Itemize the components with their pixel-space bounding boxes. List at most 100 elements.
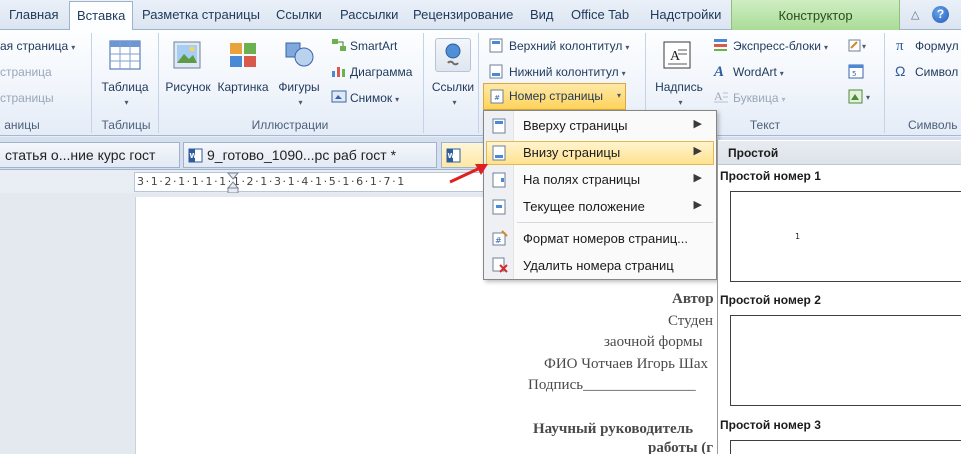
group-divider: [884, 33, 885, 133]
chevron-right-icon: ▶: [693, 145, 702, 157]
doc-line-signature: Подпись_______________: [528, 377, 696, 393]
illustrations-group-label: Иллюстрации: [251, 118, 329, 132]
clipart-button[interactable]: Картинка: [214, 80, 272, 94]
doc-tab[interactable]: статья о...ние курс гост: [0, 142, 180, 168]
chevron-down-icon: ▾: [823, 43, 828, 52]
tab-references[interactable]: Ссылки: [276, 5, 322, 25]
tables-group-label: Таблицы: [101, 118, 151, 132]
cover-page-button[interactable]: ая страница ▾: [0, 39, 75, 53]
wordart-button[interactable]: WordArt ▾: [733, 65, 784, 79]
table-label: Таблица: [101, 80, 149, 94]
group-divider: [478, 33, 479, 133]
symbol-button[interactable]: Символ: [915, 65, 958, 79]
header-button[interactable]: Верхний колонтитул ▾: [509, 39, 629, 53]
footer-icon: [489, 64, 503, 82]
doc-tab-title: статья о...ние курс гост: [5, 147, 156, 163]
shapes-icon: [283, 38, 315, 73]
cover-page-label: ая страница: [0, 39, 69, 53]
minimize-ribbon-icon[interactable]: △: [911, 8, 919, 21]
table-icon: [109, 40, 141, 73]
chevron-down-icon: ▾: [124, 98, 129, 107]
svg-text:A: A: [713, 64, 724, 78]
smartart-icon: [331, 38, 347, 55]
gallery-item-plain-number-1[interactable]: 1: [730, 191, 961, 282]
screenshot-icon: [331, 90, 347, 107]
smartart-button[interactable]: SmartArt: [350, 39, 397, 53]
gallery-item-plain-number-3[interactable]: [730, 440, 961, 454]
chevron-right-icon: ▶: [693, 199, 702, 211]
page-number-label: Номер страницы: [509, 89, 603, 103]
menu-item-label: Вверху страницы: [523, 118, 628, 133]
doc-line-form: заочной формы: [604, 334, 703, 350]
gallery-sample-number: 1: [795, 232, 801, 241]
format-page-numbers-icon: #: [492, 230, 508, 246]
symbols-group-label: Символь: [908, 118, 958, 132]
page-number-button[interactable]: # Номер страницы ▾: [483, 83, 626, 110]
doc-line-author: Автор: [672, 291, 714, 307]
tab-design-context[interactable]: Конструктор: [731, 0, 900, 30]
quickparts-button[interactable]: Экспресс-блоки ▾: [733, 39, 828, 53]
svg-text:▾: ▾: [866, 93, 870, 102]
indent-marker-icon[interactable]: [226, 172, 240, 194]
picture-button[interactable]: Рисунок: [162, 80, 214, 94]
chevron-down-icon: ▾: [71, 43, 76, 52]
dropcap-button[interactable]: Буквица ▾: [733, 91, 786, 105]
chevron-down-icon: ▾: [779, 69, 784, 78]
tab-mailings[interactable]: Рассылки: [340, 5, 398, 25]
tab-addins[interactable]: Надстройки: [650, 5, 721, 25]
tab-office-tab[interactable]: Office Tab: [571, 5, 629, 25]
header-label: Верхний колонтитул: [509, 39, 623, 53]
menu-item-label: Удалить номера страниц: [523, 258, 674, 273]
links-icon: [445, 43, 461, 66]
page-top-icon: [492, 118, 506, 134]
formula-button[interactable]: Формул: [915, 39, 959, 53]
tab-view[interactable]: Вид: [530, 5, 554, 25]
chevron-down-icon: ▾: [452, 98, 457, 107]
gallery-item-title: Простой номер 3: [720, 418, 821, 432]
footer-button[interactable]: Нижний колонтитул ▾: [509, 65, 626, 79]
links-label: Ссылки: [431, 80, 475, 94]
links-icon-frame: [435, 38, 471, 72]
links-button[interactable]: Ссылки ▾: [428, 80, 478, 108]
group-divider: [423, 33, 424, 133]
object-icon: ▾: [848, 89, 874, 107]
horizontal-ruler[interactable]: 3·1·2·1·1·1·1·1·2·1·3·1·4·1·5·1·6·1·7·1: [134, 172, 484, 192]
doc-line-supervisor: Научный руководитель: [533, 421, 693, 437]
svg-text:#: #: [494, 94, 500, 102]
menu-item-format-numbers[interactable]: # Формат номеров страниц...: [486, 227, 714, 251]
tab-page-layout[interactable]: Разметка страницы: [142, 5, 260, 25]
datetime-icon: 5: [848, 64, 864, 82]
table-button[interactable]: Таблица ▾: [98, 80, 152, 108]
page-break-button[interactable]: страницы: [0, 91, 54, 105]
help-icon[interactable]: ?: [932, 6, 949, 23]
chevron-down-icon: ▾: [298, 98, 303, 107]
doc-line-name: ФИО Чотчаев Игорь Шах: [544, 356, 709, 372]
screenshot-button[interactable]: Снимок ▾: [350, 91, 399, 105]
menu-item-page-margins[interactable]: На полях страницы ▶: [486, 168, 714, 192]
svg-text:A: A: [670, 49, 681, 64]
tab-home[interactable]: Главная: [9, 5, 58, 25]
group-divider: [158, 33, 159, 133]
shapes-button[interactable]: Фигуры ▾: [274, 80, 324, 108]
chart-icon: [331, 64, 347, 81]
chart-button[interactable]: Диаграмма: [350, 65, 412, 79]
tab-insert[interactable]: Вставка: [69, 1, 134, 31]
doc-tab[interactable]: W 9_готово_1090...рс раб гост *: [183, 142, 437, 168]
gallery-item-plain-number-2[interactable]: [730, 315, 961, 406]
textbox-label: Надпись: [655, 80, 703, 94]
blank-page-button[interactable]: страница: [0, 65, 52, 79]
menu-item-remove-numbers[interactable]: Удалить номера страниц: [486, 254, 714, 278]
menu-item-bottom-of-page[interactable]: Внизу страницы ▶: [486, 141, 714, 165]
signature-line-icon: ▾: [848, 38, 868, 56]
textbox-button[interactable]: Надпись ▾: [650, 80, 708, 108]
menu-separator: [517, 222, 713, 223]
menu-item-label: Текущее положение: [523, 199, 645, 214]
tab-review[interactable]: Рецензирование: [413, 5, 513, 25]
menu-item-top-of-page[interactable]: Вверху страницы ▶: [486, 114, 714, 138]
page-number-icon: #: [490, 89, 504, 104]
pages-group-label: аницы: [4, 118, 40, 132]
wordart-label: WordArt: [733, 65, 777, 79]
menu-item-current-position[interactable]: Текущее положение ▶: [486, 195, 714, 219]
gallery-item-title: Простой номер 1: [720, 169, 821, 183]
chevron-down-icon: ▾: [395, 95, 400, 104]
